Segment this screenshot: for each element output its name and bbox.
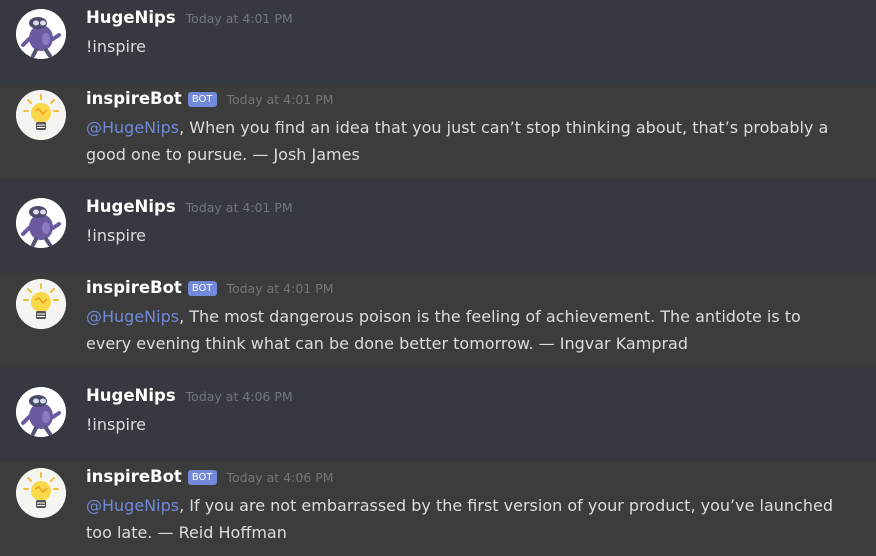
message-text: , When you find an idea that you just ca… — [86, 118, 829, 164]
message-text: !inspire — [86, 415, 147, 434]
message-content: !inspire — [86, 222, 846, 249]
bot-badge: BOT — [187, 281, 217, 296]
message-header: inspireBot BOT Today at 4:01 PM — [86, 89, 334, 111]
purple-character-icon — [16, 198, 66, 248]
bot-avatar[interactable] — [16, 90, 66, 140]
username[interactable]: inspireBot — [86, 467, 182, 486]
message-header: HugeNips Today at 4:01 PM — [86, 8, 293, 30]
lightbulb-icon — [16, 468, 66, 518]
message: inspireBot BOT Today at 4:01 PM @HugeNips,… — [0, 84, 876, 178]
message-content: !inspire — [86, 411, 846, 438]
user-mention[interactable]: @HugeNips — [86, 118, 179, 137]
message-content: !inspire — [86, 33, 846, 60]
bot-avatar[interactable] — [16, 468, 66, 518]
message-header: inspireBot BOT Today at 4:01 PM — [86, 278, 334, 300]
message-text: , The most dangerous poison is the feeli… — [86, 307, 801, 353]
message: HugeNips Today at 4:01 PM !inspire — [0, 178, 876, 273]
lightbulb-icon — [16, 279, 66, 329]
bot-badge: BOT — [187, 470, 217, 485]
message-header: HugeNips Today at 4:06 PM — [86, 386, 293, 408]
user-mention[interactable]: @HugeNips — [86, 496, 179, 515]
message-text: , If you are not embarrassed by the firs… — [86, 496, 833, 542]
message: HugeNips Today at 4:01 PM !inspire — [0, 0, 876, 84]
user-avatar[interactable] — [16, 9, 66, 59]
message-content: @HugeNips, The most dangerous poison is … — [86, 303, 846, 357]
purple-character-icon — [16, 387, 66, 437]
username[interactable]: inspireBot — [86, 278, 182, 297]
user-avatar[interactable] — [16, 198, 66, 248]
timestamp[interactable]: Today at 4:06 PM — [227, 470, 334, 485]
message-content: @HugeNips, When you find an idea that yo… — [86, 114, 846, 168]
purple-character-icon — [16, 9, 66, 59]
message-header: inspireBot BOT Today at 4:06 PM — [86, 467, 334, 489]
timestamp[interactable]: Today at 4:06 PM — [186, 389, 293, 404]
message-text: !inspire — [86, 226, 147, 245]
username[interactable]: HugeNips — [86, 8, 176, 27]
message-content: @HugeNips, If you are not embarrassed by… — [86, 492, 846, 546]
user-avatar[interactable] — [16, 387, 66, 437]
message: inspireBot BOT Today at 4:06 PM @HugeNips,… — [0, 462, 876, 556]
message: inspireBot BOT Today at 4:01 PM @HugeNips,… — [0, 273, 876, 367]
username[interactable]: inspireBot — [86, 89, 182, 108]
user-mention[interactable]: @HugeNips — [86, 307, 179, 326]
lightbulb-icon — [16, 90, 66, 140]
bot-avatar[interactable] — [16, 279, 66, 329]
timestamp[interactable]: Today at 4:01 PM — [227, 281, 334, 296]
bot-badge: BOT — [187, 92, 217, 107]
username[interactable]: HugeNips — [86, 386, 176, 405]
timestamp[interactable]: Today at 4:01 PM — [227, 92, 334, 107]
message-text: !inspire — [86, 37, 147, 56]
message-header: HugeNips Today at 4:01 PM — [86, 197, 293, 219]
message: HugeNips Today at 4:06 PM !inspire — [0, 367, 876, 462]
chat-messages: HugeNips Today at 4:01 PM !inspire inspi… — [0, 0, 876, 556]
timestamp[interactable]: Today at 4:01 PM — [186, 11, 293, 26]
username[interactable]: HugeNips — [86, 197, 176, 216]
timestamp[interactable]: Today at 4:01 PM — [186, 200, 293, 215]
